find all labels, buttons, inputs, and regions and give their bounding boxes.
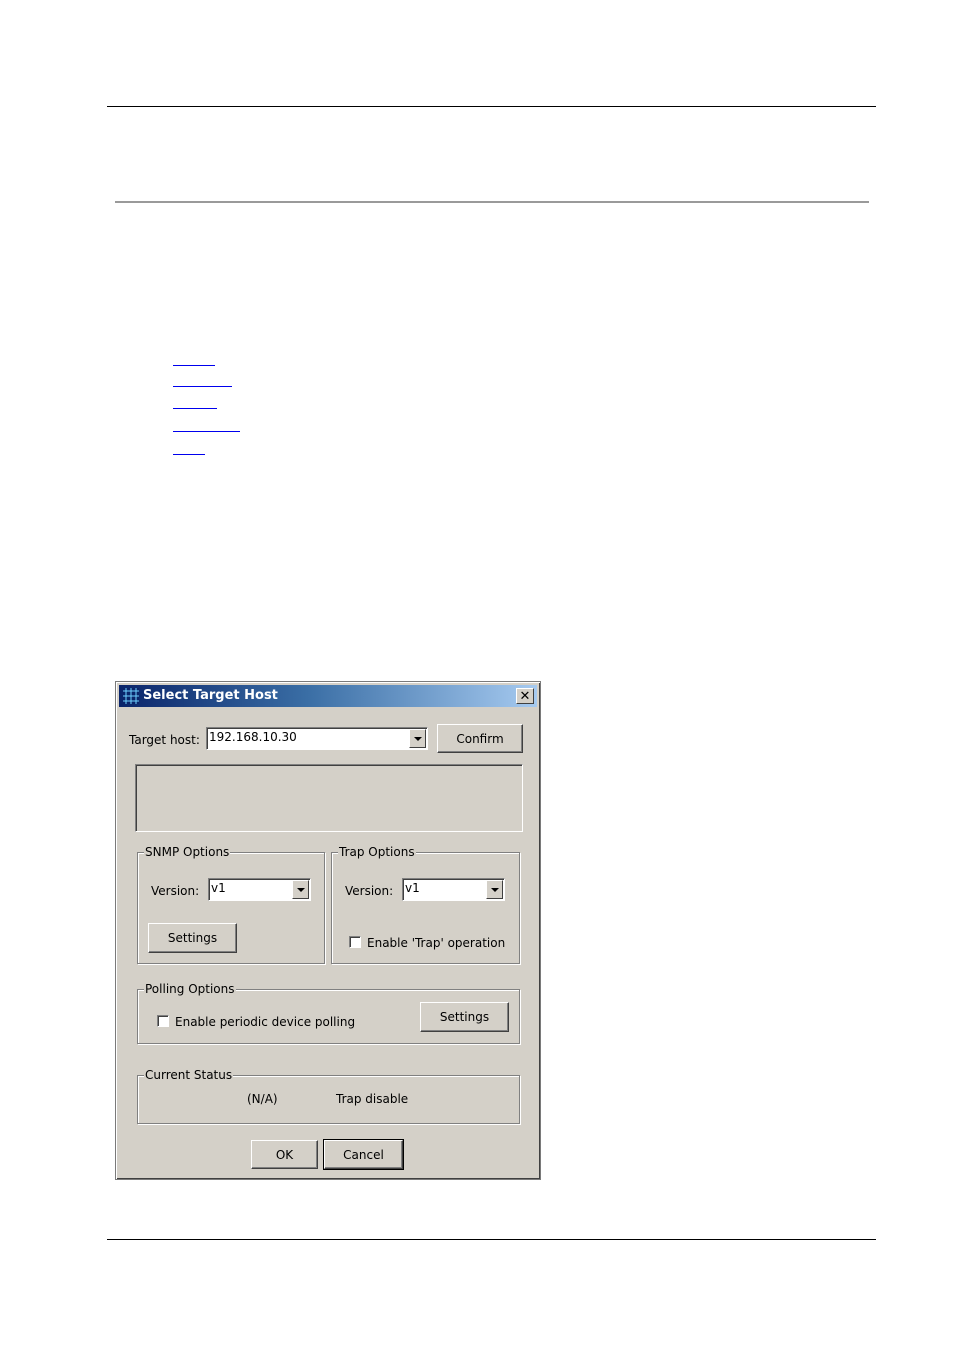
- snmp-version-value: v1: [211, 881, 226, 895]
- trap-version-label: Version:: [345, 884, 394, 898]
- toc-link-3[interactable]: [173, 408, 217, 409]
- section-rule: [115, 201, 869, 203]
- toc-link-2[interactable]: [173, 386, 232, 387]
- toc-link-1[interactable]: [173, 365, 215, 366]
- header-rule: [107, 106, 876, 107]
- snmp-version-combo[interactable]: v1: [208, 878, 311, 901]
- cancel-button[interactable]: Cancel: [323, 1139, 404, 1170]
- ok-button[interactable]: OK: [251, 1140, 318, 1169]
- grid-app-icon: [123, 688, 139, 704]
- current-status-title: Current Status: [144, 1068, 234, 1082]
- enable-polling-checkbox[interactable]: [157, 1015, 169, 1027]
- footer-rule: [107, 1239, 876, 1240]
- target-host-value: 192.168.10.30: [209, 730, 297, 744]
- chevron-down-icon: [296, 887, 305, 892]
- select-target-host-dialog: Select Target Host ✕ Target host: 192.16…: [115, 681, 541, 1180]
- trap-version-value: v1: [405, 881, 420, 895]
- trap-version-combo[interactable]: v1: [402, 878, 505, 901]
- target-host-combo[interactable]: 192.168.10.30: [206, 727, 428, 750]
- dialog-title: Select Target Host: [143, 688, 278, 703]
- trap-options-title: Trap Options: [338, 845, 416, 859]
- toc-link-5[interactable]: [173, 454, 205, 455]
- close-button[interactable]: ✕: [516, 688, 534, 704]
- enable-polling-label[interactable]: Enable periodic device polling: [175, 1015, 355, 1029]
- dialog-titlebar[interactable]: Select Target Host ✕: [119, 685, 537, 707]
- trap-status: Trap disable: [336, 1092, 409, 1106]
- status-value: (N/A): [247, 1092, 278, 1106]
- polling-settings-button[interactable]: Settings: [420, 1002, 509, 1032]
- enable-trap-checkbox[interactable]: [349, 936, 361, 948]
- snmp-options-title: SNMP Options: [144, 845, 231, 859]
- snmp-settings-button[interactable]: Settings: [148, 923, 237, 953]
- toc-link-4[interactable]: [173, 431, 240, 432]
- chevron-down-icon: [413, 736, 422, 741]
- current-status-group: [137, 1075, 520, 1124]
- target-host-label: Target host:: [129, 733, 200, 747]
- trap-version-dropdown-button[interactable]: [486, 880, 503, 899]
- message-area: [135, 764, 523, 832]
- target-host-dropdown-button[interactable]: [409, 729, 426, 748]
- chevron-down-icon: [490, 887, 499, 892]
- close-icon: ✕: [519, 688, 531, 704]
- confirm-button[interactable]: Confirm: [437, 724, 523, 753]
- snmp-version-label: Version:: [151, 884, 200, 898]
- snmp-version-dropdown-button[interactable]: [292, 880, 309, 899]
- polling-options-title: Polling Options: [144, 982, 236, 996]
- enable-trap-label[interactable]: Enable 'Trap' operation: [367, 936, 505, 950]
